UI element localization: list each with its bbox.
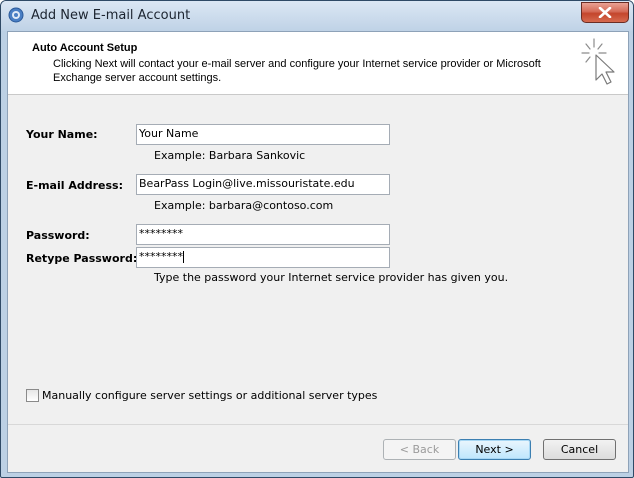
close-button[interactable] [581, 2, 629, 23]
email-address-example: Example: barbara@contoso.com [154, 199, 334, 212]
section-title: Auto Account Setup [32, 42, 138, 54]
back-button[interactable]: < Back [383, 439, 456, 460]
email-address-label: E-mail Address: [26, 179, 123, 192]
outlook-icon [8, 7, 24, 23]
next-button[interactable]: Next > [458, 439, 531, 460]
email-address-input[interactable]: BearPass Login@live.missouristate.edu [136, 174, 390, 195]
retype-password-input[interactable]: ******** [136, 247, 390, 268]
retype-password-value: ******** [139, 250, 183, 263]
retype-password-label: Retype Password: [26, 252, 138, 265]
your-name-label: Your Name: [26, 128, 98, 141]
auto-setup-cursor-icon [581, 38, 615, 85]
your-name-input[interactable]: Your Name [136, 124, 390, 145]
password-input[interactable]: ******** [136, 224, 390, 245]
password-hint: Type the password your Internet service … [154, 271, 509, 284]
button-bar: < Back Next > Cancel [8, 424, 628, 473]
password-label: Password: [26, 229, 90, 242]
manual-config-checkbox[interactable] [26, 389, 39, 402]
manual-config-label[interactable]: Manually configure server settings or ad… [42, 389, 377, 402]
cancel-button[interactable]: Cancel [543, 439, 616, 460]
window-title: Add New E-mail Account [31, 8, 191, 23]
dialog-window: Add New E-mail Account Auto Account Setu… [0, 0, 634, 478]
title-bar[interactable]: Add New E-mail Account [1, 1, 633, 31]
section-description: Clicking Next will contact your e-mail s… [53, 58, 541, 84]
wizard-header: Auto Account Setup Clicking Next will co… [8, 32, 628, 95]
close-icon [598, 7, 612, 18]
your-name-example: Example: Barbara Sankovic [154, 149, 306, 162]
text-caret [183, 251, 184, 263]
dialog-body: Auto Account Setup Clicking Next will co… [7, 31, 629, 473]
